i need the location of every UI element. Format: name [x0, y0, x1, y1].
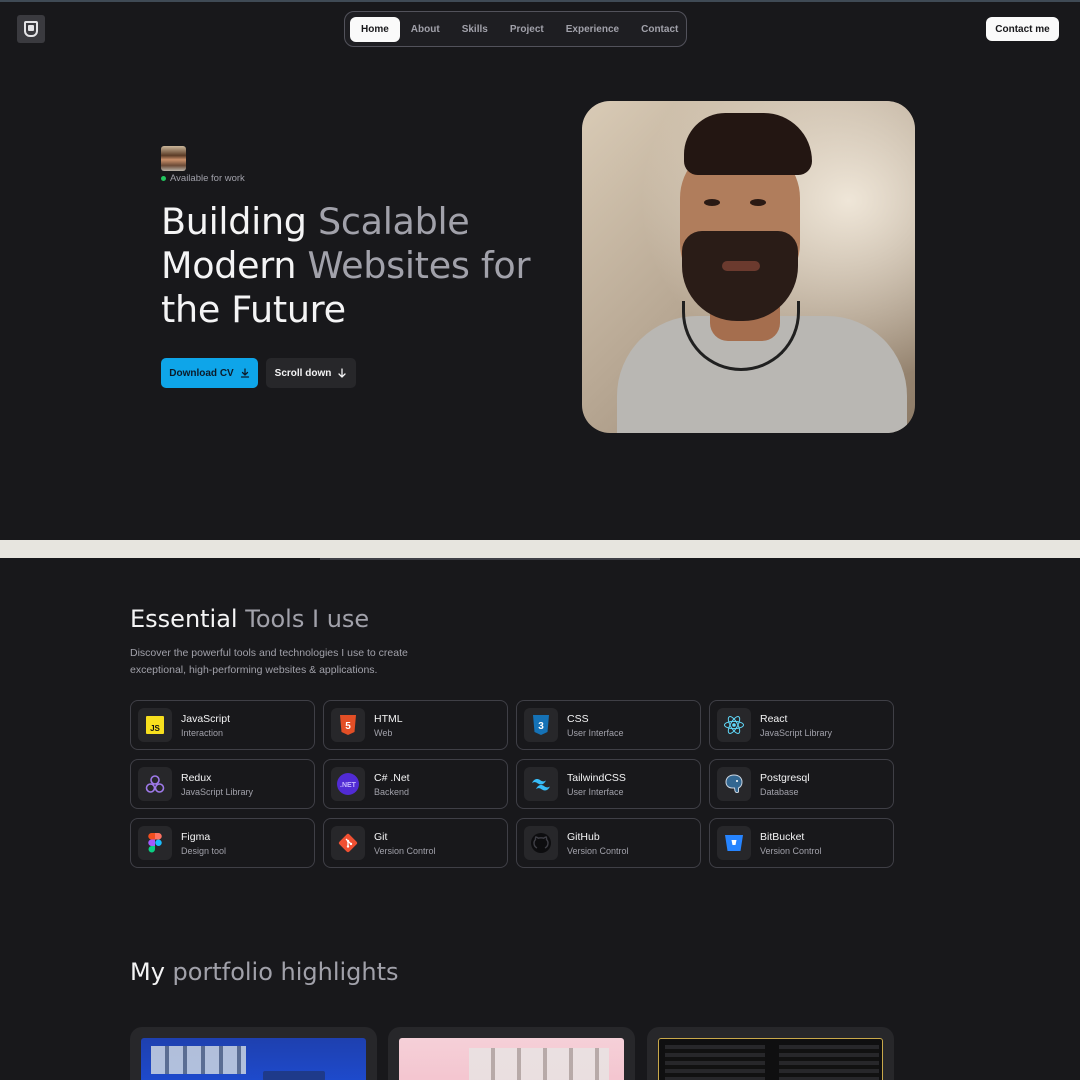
headline-part: Websites for [307, 244, 531, 287]
tool-category: Version Control [567, 845, 629, 856]
portfolio-card[interactable] [130, 1027, 377, 1080]
react-icon [717, 708, 751, 742]
logo[interactable] [17, 15, 45, 43]
tool-name: JavaScript [181, 712, 231, 725]
tool-name: Postgresql [760, 771, 810, 784]
bitbucket-icon [717, 826, 751, 860]
scroll-down-button[interactable]: Scroll down [266, 358, 356, 388]
tool-card[interactable]: Postgresql Database [709, 759, 894, 809]
tool-card[interactable]: .NET C# .Net Backend [323, 759, 508, 809]
tool-card[interactable]: Redux JavaScript Library [130, 759, 315, 809]
tool-card[interactable]: GitHub Version Control [516, 818, 701, 868]
tool-category: User Interface [567, 727, 624, 738]
arrow-down-icon [338, 368, 346, 378]
tool-name: Git [374, 830, 388, 843]
tool-name: BitBucket [760, 830, 805, 843]
tool-card[interactable]: TailwindCSS User Interface [516, 759, 701, 809]
tools-description: Discover the powerful tools and technolo… [130, 647, 408, 676]
tool-category: Interaction [181, 727, 224, 738]
tool-card[interactable]: Git Version Control [323, 818, 508, 868]
main-nav: Home About Skills Project Experience Con… [344, 11, 687, 47]
tailwind-icon [524, 767, 558, 801]
project-screenshot [141, 1038, 366, 1080]
svg-text:5: 5 [345, 721, 351, 732]
top-border [0, 0, 1080, 2]
portfolio-card[interactable] [388, 1027, 635, 1080]
divider-line [320, 558, 660, 560]
tool-category: Version Control [760, 845, 822, 856]
nav-skills[interactable]: Skills [451, 17, 499, 42]
tool-category: Backend [374, 786, 410, 797]
portfolio-card[interactable] [647, 1027, 894, 1080]
contact-me-button[interactable]: Contact me [986, 17, 1059, 41]
portfolio-title: My portfolio highlights [130, 958, 399, 986]
tool-card[interactable]: React JavaScript Library [709, 700, 894, 750]
postgresql-icon [717, 767, 751, 801]
title-part: Essential [130, 605, 246, 633]
headline-part: Building [161, 200, 318, 243]
tool-name: TailwindCSS [567, 771, 626, 784]
tool-card[interactable]: 5 HTML Web [323, 700, 508, 750]
tool-card[interactable]: JS JavaScript Interaction [130, 700, 315, 750]
project-screenshot [399, 1038, 624, 1080]
project-screenshot [658, 1038, 883, 1080]
nav-home[interactable]: Home [350, 16, 400, 42]
tool-category: Version Control [374, 845, 436, 856]
tools-title: Essential Tools I use [130, 605, 369, 633]
tool-category: JavaScript Library [181, 786, 254, 797]
download-cv-label: Download CV [169, 367, 234, 379]
figma-icon [138, 826, 172, 860]
tool-name: Redux [181, 771, 212, 784]
redux-icon [138, 767, 172, 801]
download-icon [240, 368, 249, 378]
dotnet-icon: .NET [331, 767, 365, 801]
tool-name: CSS [567, 712, 589, 725]
download-cv-button[interactable]: Download CV [161, 358, 258, 388]
github-icon [524, 826, 558, 860]
git-icon [331, 826, 365, 860]
nav-experience[interactable]: Experience [555, 17, 630, 42]
nav-contact[interactable]: Contact [630, 17, 689, 42]
svg-text:JS: JS [150, 724, 160, 733]
tool-category: Design tool [181, 845, 227, 856]
html-icon: 5 [331, 708, 365, 742]
headline-part: Scalable [317, 200, 470, 243]
tool-name: React [760, 712, 788, 725]
scroll-down-label: Scroll down [274, 367, 332, 379]
tool-card[interactable]: BitBucket Version Control [709, 818, 894, 868]
logo-mark-icon [24, 21, 38, 37]
tool-category: Web [374, 727, 393, 738]
javascript-icon: JS [138, 708, 172, 742]
avatar [161, 146, 186, 171]
title-part: portfolio highlights [172, 958, 399, 986]
profile-photo [582, 101, 915, 433]
headline-part: the Future [161, 288, 346, 331]
tool-category: JavaScript Library [760, 727, 833, 738]
tool-name: Figma [181, 830, 211, 843]
tool-name: HTML [374, 712, 403, 725]
hero-headline: Building Scalable Modern Websites for th… [161, 200, 561, 332]
tool-category: User Interface [567, 786, 624, 797]
tool-category: Database [760, 786, 799, 797]
tool-name: C# .Net [374, 771, 410, 784]
css-icon: 3 [524, 708, 558, 742]
tools-grid: JS JavaScript Interaction 5 HTML Web 3 CSS… [130, 700, 894, 868]
svg-text:.NET: .NET [340, 782, 357, 789]
nav-about[interactable]: About [400, 17, 451, 42]
tool-card[interactable]: 3 CSS User Interface [516, 700, 701, 750]
status-dot-icon [161, 176, 166, 181]
section-divider [0, 540, 1080, 558]
title-part: My [130, 958, 173, 986]
tool-card[interactable]: Figma Design tool [130, 818, 315, 868]
title-part: Tools I use [245, 605, 370, 633]
status-text: Available for work [170, 173, 245, 184]
availability-status: Available for work [161, 173, 245, 184]
nav-project[interactable]: Project [499, 17, 555, 42]
tool-name: GitHub [567, 830, 600, 843]
svg-text:3: 3 [538, 721, 544, 732]
headline-part: Modern [161, 244, 308, 287]
